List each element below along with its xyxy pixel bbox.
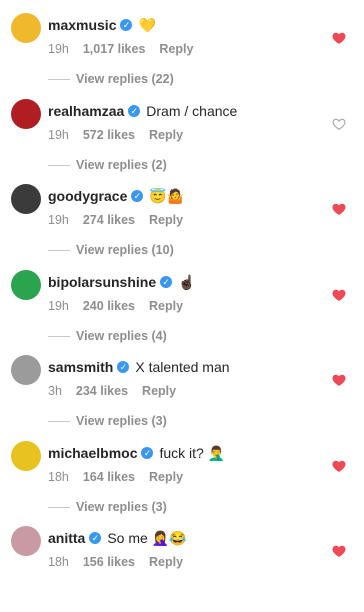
verified-badge-icon: ✓ [89, 532, 102, 545]
reply-button[interactable]: Reply [142, 384, 176, 398]
username-link[interactable]: anitta [48, 530, 85, 546]
comment-meta: 19h 572 likes Reply [48, 128, 197, 142]
comment-row: maxmusic ✓ 💛 19h 1,017 likes Reply View replie… [0, 13, 364, 99]
comment-row: samsmith ✓ X talented man 3h 234 likes Reply V… [0, 355, 364, 441]
avatar[interactable] [11, 184, 41, 214]
view-replies-label: View replies (2) [76, 158, 167, 172]
comment-body: So me 🤦‍♀️😂 [107, 530, 187, 546]
avatar[interactable] [11, 13, 41, 43]
reply-button[interactable]: Reply [149, 470, 183, 484]
reply-button[interactable]: Reply [149, 299, 183, 313]
likes-count-link[interactable]: 240 likes [83, 299, 135, 313]
divider-line [48, 507, 70, 509]
verified-badge-icon: ✓ [117, 361, 130, 374]
avatar[interactable] [11, 99, 41, 129]
heart-icon[interactable] [332, 459, 346, 473]
comment-meta: 3h 234 likes Reply [48, 384, 190, 398]
comment-meta: 19h 1,017 likes Reply [48, 42, 207, 56]
timestamp: 18h [48, 470, 69, 484]
comment-row: goodygrace ✓ 😇🤷 19h 274 likes Reply View repli… [0, 184, 364, 270]
view-replies-link[interactable]: View replies (4) [48, 329, 167, 343]
username-link[interactable]: realhamzaa [48, 103, 124, 119]
comment-body: ☝🏿 [178, 274, 196, 290]
divider-line [48, 165, 70, 167]
divider-line [48, 336, 70, 338]
timestamp: 19h [48, 42, 69, 56]
comment-meta: 19h 240 likes Reply [48, 299, 197, 313]
view-replies-link[interactable]: View replies (3) [48, 414, 167, 428]
divider-line [48, 250, 70, 252]
username-link[interactable]: michaelbmoc [48, 445, 137, 461]
comment-text-line: bipolarsunshine ✓ ☝🏿 [48, 273, 196, 291]
verified-badge-icon: ✓ [131, 190, 144, 203]
username-link[interactable]: bipolarsunshine [48, 274, 156, 290]
likes-count-link[interactable]: 156 likes [83, 555, 135, 569]
comment-meta: 18h 156 likes Reply [48, 555, 197, 569]
heart-icon[interactable] [332, 202, 346, 216]
divider-line [48, 421, 70, 423]
view-replies-label: View replies (3) [76, 414, 167, 428]
reply-button[interactable]: Reply [149, 213, 183, 227]
likes-count-link[interactable]: 234 likes [76, 384, 128, 398]
reply-button[interactable]: Reply [159, 42, 193, 56]
comment-meta: 18h 164 likes Reply [48, 470, 197, 484]
view-replies-label: View replies (3) [76, 500, 167, 514]
username-link[interactable]: maxmusic [48, 17, 116, 33]
comment-text-line: maxmusic ✓ 💛 [48, 16, 156, 34]
reply-button[interactable]: Reply [149, 555, 183, 569]
heart-icon[interactable] [332, 31, 346, 45]
comment-text-line: goodygrace ✓ 😇🤷 [48, 187, 184, 205]
heart-icon[interactable] [332, 373, 346, 387]
comment-row: michaelbmoc ✓ fuck it? 🤦‍♂️ 18h 164 likes Rep… [0, 441, 364, 527]
avatar[interactable] [11, 441, 41, 471]
comment-row: realhamzaa ✓ Dram / chance 19h 572 likes Repl… [0, 99, 364, 185]
comment-text-line: anitta ✓ So me 🤦‍♀️😂 [48, 529, 187, 547]
verified-badge-icon: ✓ [141, 447, 154, 460]
comment-text-line: realhamzaa ✓ Dram / chance [48, 102, 237, 120]
username-link[interactable]: goodygrace [48, 188, 127, 204]
comment-body: 💛 [138, 17, 156, 33]
comment-body: X talented man [135, 359, 230, 375]
timestamp: 19h [48, 213, 69, 227]
comment-body: Dram / chance [146, 103, 238, 119]
avatar[interactable] [11, 270, 41, 300]
comment-row: bipolarsunshine ✓ ☝🏿 19h 240 likes Reply View … [0, 270, 364, 356]
timestamp: 18h [48, 555, 69, 569]
divider-line [48, 79, 70, 81]
view-replies-link[interactable]: View replies (2) [48, 158, 167, 172]
verified-badge-icon: ✓ [120, 19, 133, 32]
view-replies-label: View replies (4) [76, 329, 167, 343]
heart-icon[interactable] [332, 117, 346, 131]
timestamp: 19h [48, 128, 69, 142]
view-replies-link[interactable]: View replies (3) [48, 500, 167, 514]
comment-meta: 19h 274 likes Reply [48, 213, 197, 227]
reply-button[interactable]: Reply [149, 128, 183, 142]
view-replies-label: View replies (10) [76, 243, 174, 257]
likes-count-link[interactable]: 164 likes [83, 470, 135, 484]
comments-list: maxmusic ✓ 💛 19h 1,017 likes Reply View replie… [0, 0, 364, 576]
view-replies-link[interactable]: View replies (10) [48, 243, 174, 257]
avatar[interactable] [11, 526, 41, 556]
heart-icon[interactable] [332, 544, 346, 558]
timestamp: 3h [48, 384, 62, 398]
likes-count-link[interactable]: 572 likes [83, 128, 135, 142]
verified-badge-icon: ✓ [160, 276, 173, 289]
likes-count-link[interactable]: 274 likes [83, 213, 135, 227]
username-link[interactable]: samsmith [48, 359, 113, 375]
heart-icon[interactable] [332, 288, 346, 302]
view-replies-link[interactable]: View replies (22) [48, 72, 174, 86]
verified-badge-icon: ✓ [128, 105, 141, 118]
comment-text-line: samsmith ✓ X talented man [48, 358, 230, 376]
comment-row: anitta ✓ So me 🤦‍♀️😂 18h 156 likes Reply [0, 526, 364, 612]
comment-body: fuck it? 🤦‍♂️ [159, 445, 226, 461]
comment-text-line: michaelbmoc ✓ fuck it? 🤦‍♂️ [48, 444, 225, 462]
likes-count-link[interactable]: 1,017 likes [83, 42, 146, 56]
timestamp: 19h [48, 299, 69, 313]
avatar[interactable] [11, 355, 41, 385]
comment-body: 😇🤷 [149, 188, 185, 204]
view-replies-label: View replies (22) [76, 72, 174, 86]
